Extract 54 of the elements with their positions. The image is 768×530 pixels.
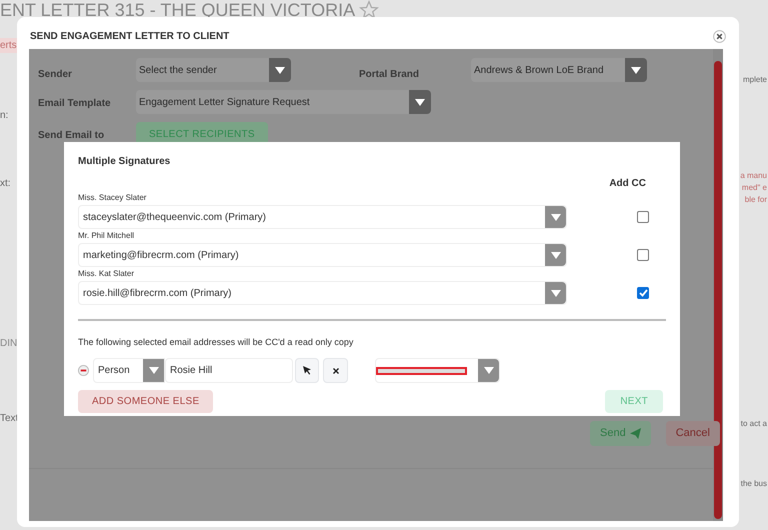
clear-button[interactable] [323, 358, 348, 383]
cc-heading: Add CC [609, 177, 646, 191]
add-someone-button[interactable]: ADD SOMEONE ELSE [78, 390, 214, 413]
page-text: xt: [0, 177, 11, 191]
caret-icon [550, 252, 560, 258]
page-text: med" e [742, 182, 767, 194]
caret-icon [550, 290, 560, 296]
signer-name: Mr. Phil Mitchell [78, 231, 136, 241]
page-text: ble for [744, 194, 767, 206]
page-title: ENT LETTER 315 - THE QUEEN VICTORIA [0, 2, 356, 18]
name-input[interactable]: Rosie Hill [165, 358, 293, 383]
cc-checkbox[interactable] [637, 287, 649, 299]
cc-checkbox[interactable] [637, 211, 649, 223]
cc-checkbox[interactable] [637, 249, 649, 261]
remove-icon[interactable] [78, 365, 89, 376]
dialog-title: Multiple Signatures [78, 155, 170, 169]
page-text: erts [0, 38, 17, 53]
caret-icon [275, 66, 285, 74]
select-button[interactable] [295, 358, 319, 383]
email-select[interactable]: marketing@fibrecrm.com (Primary) [78, 243, 567, 267]
caret-icon [631, 66, 641, 74]
paper-plane-icon [630, 428, 641, 439]
template-select[interactable]: Engagement Letter Signature Request [136, 90, 431, 114]
page-text: a manu [740, 170, 767, 182]
field-label: Email Template [38, 97, 112, 111]
page-text: DIN [0, 337, 18, 351]
field-label: Portal Brand [359, 68, 420, 82]
modal-title: SEND ENGAGEMENT LETTER TO CLIENT [30, 30, 230, 44]
field-label: Sender [38, 68, 73, 82]
page-text: Text [0, 412, 18, 426]
page-text: the bus [740, 478, 767, 490]
email-select[interactable] [375, 358, 500, 383]
page-text: to act a [740, 418, 767, 430]
caret-icon [415, 98, 425, 106]
close-icon [332, 368, 338, 374]
signer-name: Miss. Stacey Slater [78, 193, 148, 203]
star-icon[interactable] [359, 0, 380, 20]
cancel-button[interactable]: Cancel [666, 421, 720, 446]
caret-icon [550, 214, 560, 220]
caret-icon [148, 367, 158, 374]
brand-select[interactable]: Andrews & Brown LoE Brand [471, 58, 647, 82]
close-icon[interactable] [713, 30, 726, 42]
signer-name: Miss. Kat Slater [78, 269, 136, 279]
cursor-icon [303, 366, 311, 375]
email-select[interactable]: rosie.hill@fibrecrm.com (Primary) [78, 281, 567, 305]
caret-icon [484, 367, 494, 374]
page-text: mplete [742, 74, 767, 86]
sender-select[interactable]: Select the sender [136, 58, 291, 82]
email-select[interactable]: staceyslater@thequeenvic.com (Primary) [78, 205, 567, 229]
scrollbar-thumb[interactable] [714, 61, 722, 519]
cc-note: The following selected email addresses will be CC'd a read only copy [78, 336, 354, 349]
type-select[interactable]: Person [93, 358, 165, 383]
page-text: n: [0, 109, 8, 123]
field-label: Send Email to [38, 128, 106, 142]
